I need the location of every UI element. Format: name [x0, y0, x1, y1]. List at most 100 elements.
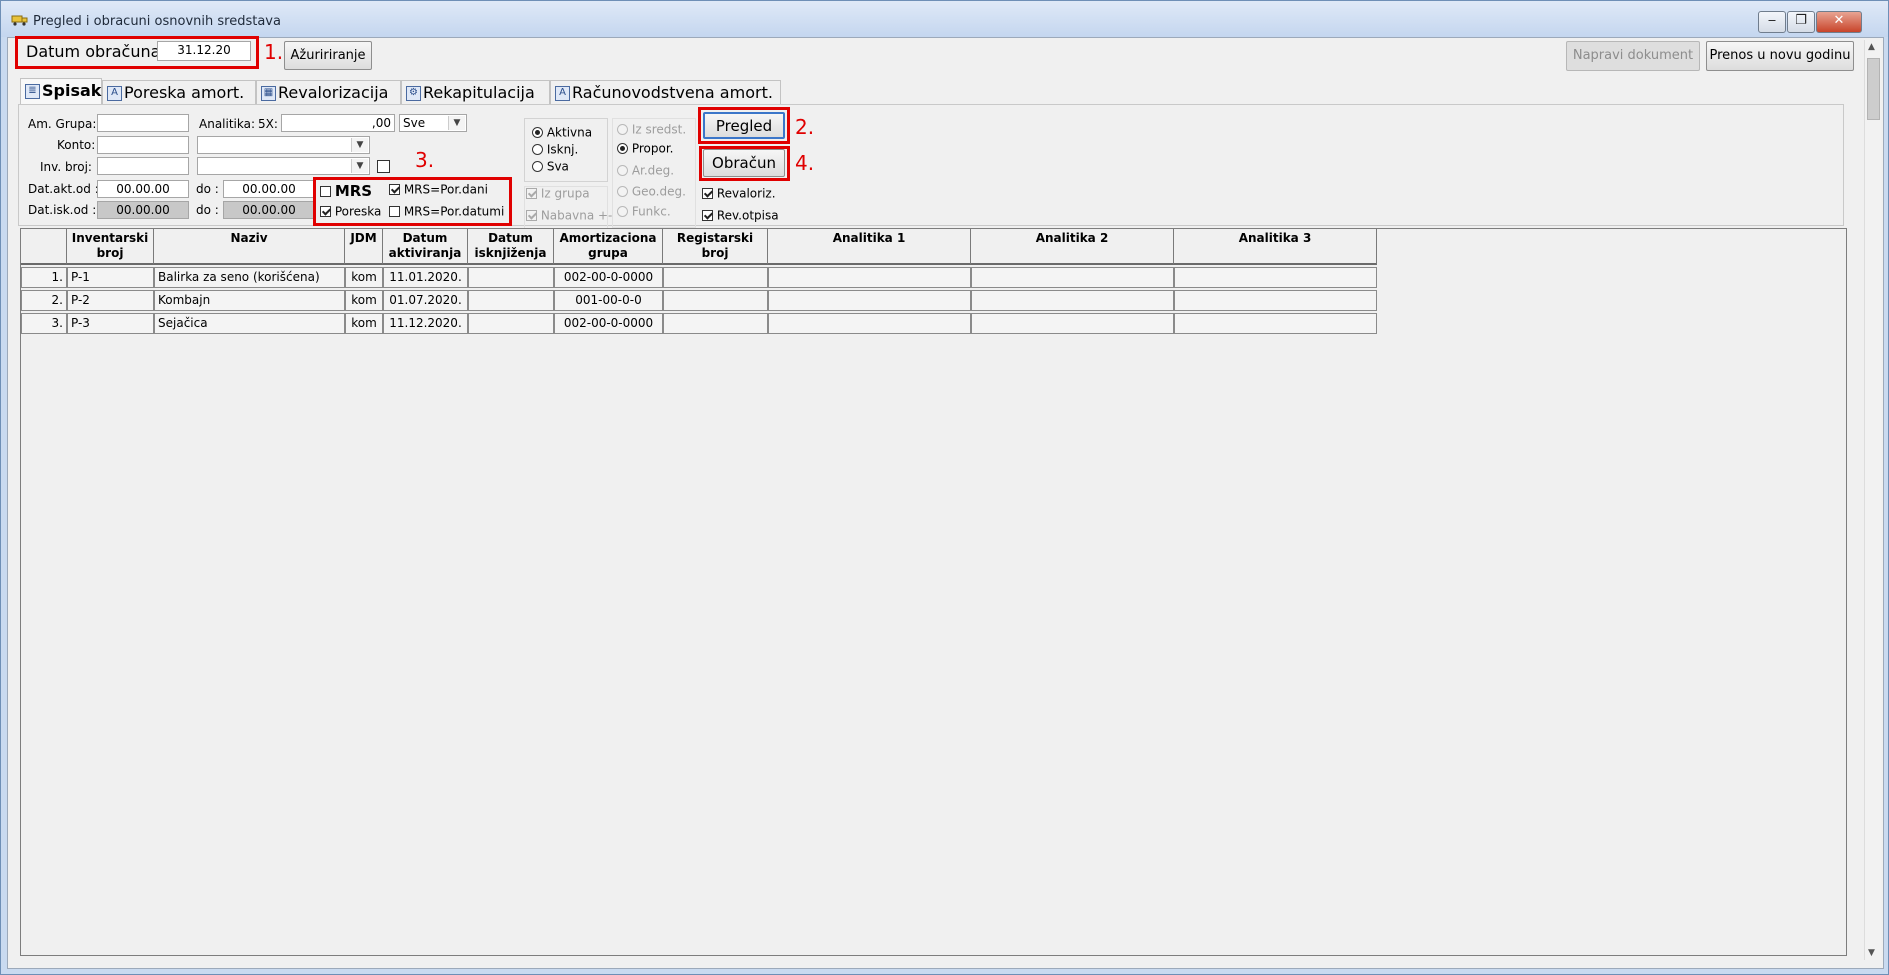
nabavna-checkbox[interactable]: Nabavna +- — [526, 208, 612, 223]
am-grupa-input[interactable] — [97, 114, 189, 132]
radio-propor[interactable]: Propor. — [617, 141, 673, 156]
datum-obracuna-label: Datum obračuna: — [26, 42, 166, 61]
column-header-registarski-broj[interactable]: Registarski broj — [663, 229, 768, 265]
column-header-analitika-1[interactable]: Analitika 1 — [768, 229, 971, 265]
table-cell[interactable] — [663, 267, 768, 288]
table-cell[interactable]: kom — [345, 290, 383, 311]
table-cell[interactable] — [468, 267, 554, 288]
table-cell[interactable]: P-1 — [67, 267, 154, 288]
vertical-scrollbar[interactable]: ▲ ▼ — [1864, 40, 1881, 960]
tab-racunovodstvena-amort[interactable]: A Računovodstvena amort. — [550, 80, 781, 104]
scrollbar-thumb[interactable] — [1867, 58, 1880, 120]
column-header-naziv[interactable]: Naziv — [154, 229, 345, 265]
analitika-label: Analitika: — [199, 117, 256, 131]
table-cell[interactable] — [971, 313, 1174, 334]
radio-aktivna[interactable]: Aktivna — [532, 125, 592, 140]
table-cell[interactable]: 002-00-0-0000 — [554, 267, 663, 288]
konto-input[interactable] — [97, 136, 189, 154]
table-cell[interactable] — [663, 290, 768, 311]
tab-poreska-amort[interactable]: A Poreska amort. — [102, 80, 256, 104]
azuriranje-button[interactable]: Ažuririranje — [284, 41, 372, 70]
column-header-inventarski-broj[interactable]: Inventarski broj — [67, 229, 154, 265]
close-button[interactable]: ✕ — [1816, 11, 1862, 33]
tab-rekapitulacija[interactable]: ⚙ Rekapitulacija — [401, 80, 550, 104]
radio-isknj[interactable]: Isknj. — [532, 142, 578, 157]
minimize-icon: ‒ — [1767, 13, 1777, 28]
dat-isk-do-input[interactable]: 00.00.00 — [223, 201, 315, 219]
table-cell[interactable] — [768, 290, 971, 311]
scroll-down-icon[interactable]: ▼ — [1868, 948, 1875, 958]
table-cell[interactable] — [971, 267, 1174, 288]
table-cell[interactable]: Balirka za seno (korišćena) — [154, 267, 345, 288]
grid-icon: ▦ — [261, 86, 276, 101]
radio-funkc[interactable]: Funkc. — [617, 204, 671, 219]
window-title: Pregled i obracuni osnovnih sredstava — [33, 14, 281, 29]
mrs-por-datumi-checkbox[interactable]: MRS=Por.datumi — [389, 204, 504, 219]
dat-akt-od-input[interactable]: 00.00.00 — [97, 180, 189, 198]
table-cell[interactable]: 11.01.2020. — [383, 267, 468, 288]
radio-sva[interactable]: Sva — [532, 159, 569, 174]
restore-icon: ❐ — [1795, 13, 1807, 28]
chevron-down-icon: ▼ — [351, 159, 368, 173]
five-x-label: 5X: — [258, 117, 278, 131]
mrs-checkbox[interactable]: MRS — [320, 182, 372, 200]
table-cell[interactable] — [1174, 267, 1377, 288]
obracun-button[interactable]: Obračun — [703, 149, 785, 177]
radio-iz-sredst[interactable]: Iz sredst. — [617, 122, 686, 137]
iz-grupa-checkbox[interactable]: Iz grupa — [526, 186, 590, 201]
prenos-u-novu-godinu-button[interactable]: Prenos u novu godinu — [1706, 41, 1854, 71]
table-cell[interactable]: kom — [345, 313, 383, 334]
table-cell[interactable] — [468, 313, 554, 334]
table-cell[interactable]: Sejačica — [154, 313, 345, 334]
table-cell[interactable]: 002-00-0-0000 — [554, 313, 663, 334]
asset-table[interactable]: Inventarski broj Naziv JDM Datum aktivir… — [20, 228, 1847, 956]
poreska-checkbox[interactable]: Poreska — [320, 204, 381, 219]
title-bar[interactable]: Pregled i obracuni osnovnih sredstava ‒ … — [1, 1, 1888, 37]
table-cell[interactable] — [663, 313, 768, 334]
revaloriz-checkbox[interactable]: Revaloriz. — [702, 186, 776, 201]
a-icon: A — [555, 86, 570, 101]
table-cell[interactable] — [971, 290, 1174, 311]
table-cell[interactable] — [1174, 290, 1377, 311]
column-header-jdm[interactable]: JDM — [345, 229, 383, 265]
column-header-amortizaciona-grupa[interactable]: Amortizaciona grupa — [554, 229, 663, 265]
mrs-por-dani-checkbox[interactable]: MRS=Por.dani — [389, 182, 488, 197]
table-cell[interactable]: kom — [345, 267, 383, 288]
column-header-analitika-3[interactable]: Analitika 3 — [1174, 229, 1377, 265]
column-header-analitika-2[interactable]: Analitika 2 — [971, 229, 1174, 265]
rev-otpisa-checkbox[interactable]: Rev.otpisa — [702, 208, 779, 223]
table-cell[interactable]: 11.12.2020. — [383, 313, 468, 334]
dat-akt-do-input[interactable]: 00.00.00 — [223, 180, 315, 198]
table-cell[interactable] — [768, 313, 971, 334]
inv-broj-checkbox[interactable] — [377, 160, 390, 173]
table-cell[interactable]: 001-00-0-0 — [554, 290, 663, 311]
minimize-button[interactable]: ‒ — [1758, 11, 1786, 33]
tab-spisak[interactable]: ≣ Spisak — [20, 78, 102, 104]
column-header-datum-aktiviranja[interactable]: Datum aktiviranja — [383, 229, 468, 265]
konto-select[interactable]: ▼ — [197, 136, 370, 154]
scroll-up-icon[interactable]: ▲ — [1868, 42, 1875, 52]
close-icon: ✕ — [1833, 13, 1845, 28]
table-cell[interactable] — [768, 267, 971, 288]
sve-select[interactable]: Sve ▼ — [399, 114, 467, 132]
maximize-button[interactable]: ❐ — [1787, 11, 1815, 33]
table-cell[interactable]: Kombajn — [154, 290, 345, 311]
table-cell[interactable]: P-2 — [67, 290, 154, 311]
table-cell[interactable] — [468, 290, 554, 311]
dat-isk-od-label: Dat.isk.od : — [28, 203, 97, 217]
five-x-input[interactable]: ,00 — [281, 114, 395, 132]
napravi-dokument-button[interactable]: Napravi dokument — [1566, 41, 1700, 71]
tab-revalorizacija[interactable]: ▦ Revalorizacija — [256, 80, 401, 104]
datum-obracuna-input[interactable]: 31.12.20 — [157, 41, 251, 61]
pregled-button[interactable]: Pregled — [703, 112, 785, 139]
inv-broj-input[interactable] — [97, 157, 189, 175]
radio-geo-deg[interactable]: Geo.deg. — [617, 184, 686, 199]
dat-isk-od-input[interactable]: 00.00.00 — [97, 201, 189, 219]
table-cell[interactable]: 01.07.2020. — [383, 290, 468, 311]
table-cell[interactable] — [1174, 313, 1377, 334]
inv-broj-select[interactable]: ▼ — [197, 157, 370, 175]
table-cell[interactable]: P-3 — [67, 313, 154, 334]
radio-ar-deg[interactable]: Ar.deg. — [617, 163, 674, 178]
column-header-datum-isknjizenja[interactable]: Datum isknjiženja — [468, 229, 554, 265]
row-number: 3. — [21, 313, 67, 334]
